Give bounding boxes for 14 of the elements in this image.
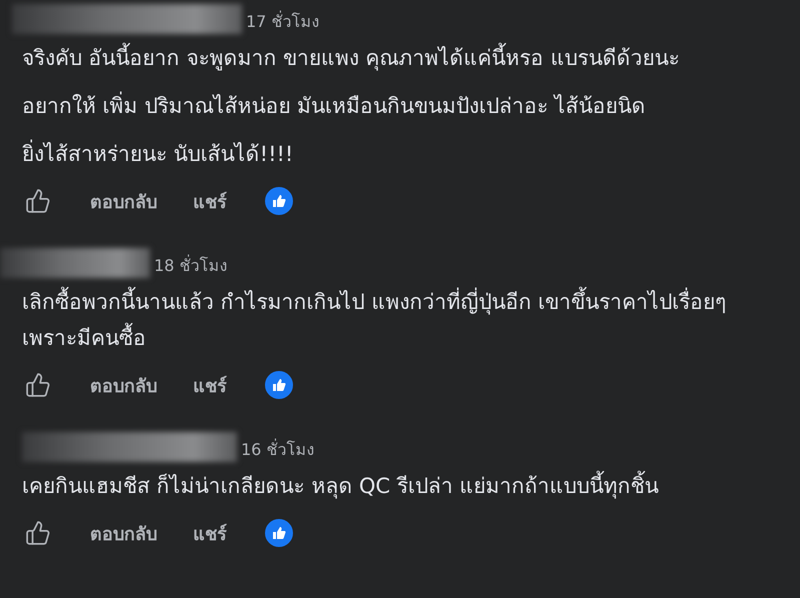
share-link[interactable]: แชร์: [193, 186, 227, 216]
share-link[interactable]: แชร์: [193, 518, 227, 548]
reply-link[interactable]: ตอบกลับ: [90, 186, 157, 216]
comment-text: จริงคับ อันนี้อยาก จะพูดมาก ขายแพง คุณภาพได้แค่นี้หรอ แบรนดีด้วยนะ: [22, 40, 772, 76]
comment-text: เลิกซื้อพวกนี้นานแล้ว กำไรมากเกินไป แพงกว่าที่ญี่ปุ่นอีก เขาขึ้นราคาไปเรื่อยๆเพราะมีคนซื้อ: [22, 284, 772, 356]
comment-text: เคยกินแฮมชีส ก็ไม่น่าเกลียดนะ หลุด QC รีเปล่า แย่มากถ้าแบบนี้ทุกชิ้น: [22, 468, 772, 504]
share-link[interactable]: แชร์: [193, 370, 227, 400]
reply-link[interactable]: ตอบกลับ: [90, 518, 157, 548]
comment-time[interactable]: 16 ชั่วโมง: [241, 440, 314, 462]
comment-time[interactable]: 17 ชั่วโมง: [246, 12, 320, 34]
comment-text: อยากให้ เพิ่ม ปริมาณไส้หน่อย มันเหมือนกินขนมปังเปล่าอะ ไส้น้อยนิด: [22, 88, 772, 124]
reply-link[interactable]: ตอบกลับ: [90, 370, 157, 400]
comment-text: ยิ่งไส้สาหร่ายนะ นับเส้นได้!!!!: [22, 136, 772, 172]
comment-time[interactable]: 18 ชั่วโมง: [154, 256, 228, 278]
